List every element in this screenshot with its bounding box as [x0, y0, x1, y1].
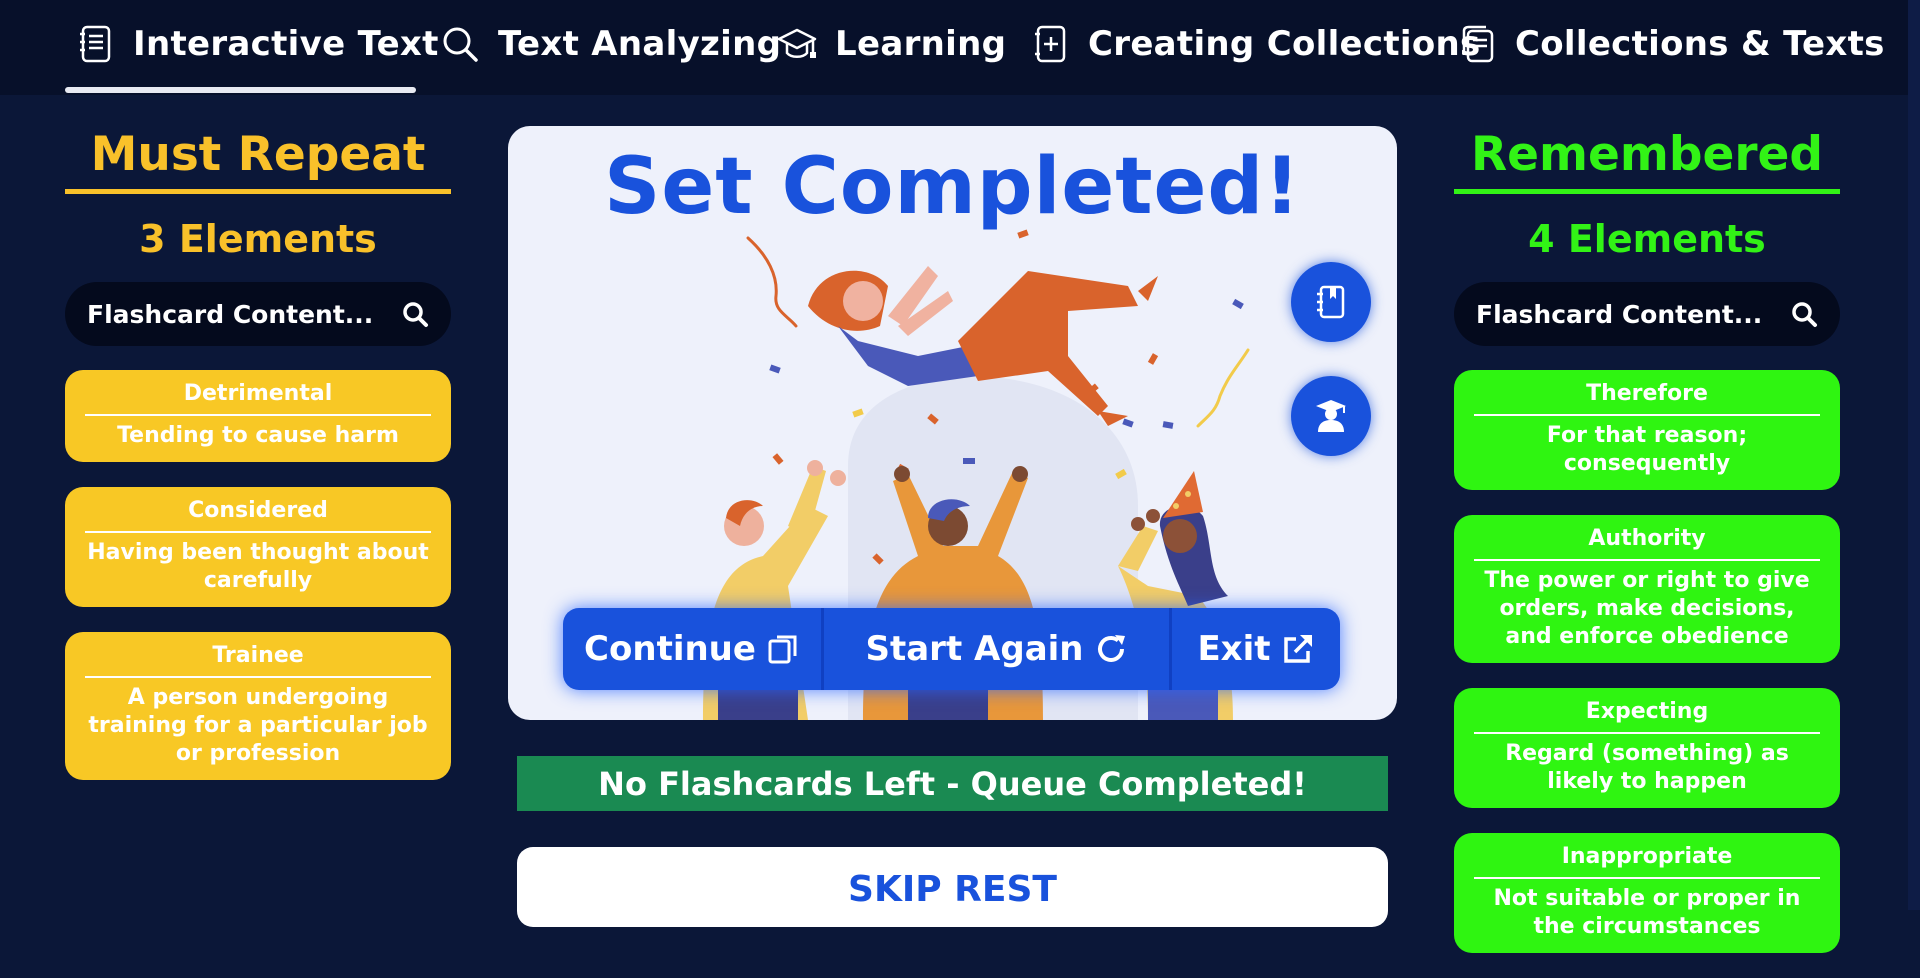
notebook-icon — [1317, 285, 1345, 319]
skip-rest-button[interactable]: SKIP REST — [517, 847, 1388, 927]
nav-label: Collections & Texts — [1515, 24, 1885, 64]
remembered-search[interactable]: Flashcard Content... — [1454, 282, 1840, 346]
flashcard-definition: A person undergoing training for a parti… — [88, 685, 428, 766]
nav-item-learning[interactable]: Learning — [777, 0, 1006, 88]
exit-label: Exit — [1197, 629, 1271, 669]
flashcard-definition: Tending to cause harm — [117, 423, 399, 448]
nav-label: Text Analyzing — [498, 24, 782, 64]
remembered-count: 4 Elements — [1528, 217, 1766, 261]
scrollbar[interactable] — [1908, 0, 1920, 910]
search-icon[interactable] — [1790, 300, 1818, 328]
completion-panel: Set Completed! Continue Start Again Exit — [508, 126, 1397, 720]
completion-actions: Continue Start Again Exit — [563, 608, 1340, 690]
continue-button[interactable]: Continue — [563, 608, 821, 690]
student-button[interactable] — [1291, 376, 1371, 456]
flashcard-word: Detrimental — [85, 380, 431, 416]
flashcard[interactable]: Authority The power or right to give ord… — [1454, 515, 1840, 663]
flashcard-word: Inappropriate — [1474, 843, 1820, 879]
must-repeat-search[interactable]: Flashcard Content... — [65, 282, 451, 346]
must-repeat-cards: Detrimental Tending to cause harm Consid… — [65, 370, 451, 780]
document-icon — [80, 25, 111, 63]
nav-label: Learning — [835, 24, 1007, 64]
flashcard-word: Trainee — [85, 642, 431, 678]
nav-label: Interactive Text — [133, 24, 439, 64]
copy-icon — [768, 635, 797, 664]
set-completed-title: Set Completed! — [604, 142, 1301, 232]
nav-item-creating-collections[interactable]: Creating Collections — [1030, 0, 1481, 88]
search-icon[interactable] — [401, 300, 429, 328]
nav-item-text-analyzing[interactable]: Text Analyzing — [440, 0, 781, 88]
flashcard-definition: The power or right to give orders, make … — [1484, 568, 1810, 649]
flashcard[interactable]: Trainee A person undergoing training for… — [65, 632, 451, 780]
flashcard-word: Expecting — [1474, 698, 1820, 734]
flashcard[interactable]: Inappropriate Not suitable or proper in … — [1454, 833, 1840, 953]
active-tab-indicator — [65, 87, 416, 93]
must-repeat-column: Must Repeat 3 Elements Flashcard Content… — [65, 120, 451, 805]
search-icon — [443, 27, 478, 62]
notebook-button[interactable] — [1291, 262, 1371, 342]
remembered-cards: Therefore For that reason; consequently … — [1454, 370, 1840, 953]
nav-label: Creating Collections — [1088, 24, 1481, 64]
start-again-label: Start Again — [865, 629, 1084, 669]
nav-item-collections-texts[interactable]: Collections & Texts — [1457, 0, 1885, 88]
external-link-icon — [1283, 635, 1312, 663]
nav-item-interactive-text[interactable]: Interactive Text — [75, 0, 439, 88]
search-input[interactable]: Flashcard Content... — [87, 300, 373, 329]
flashcard-word: Authority — [1474, 525, 1820, 561]
must-repeat-title: Must Repeat — [65, 120, 451, 194]
flashcard[interactable]: Therefore For that reason; consequently — [1454, 370, 1840, 490]
flashcard[interactable]: Considered Having been thought about car… — [65, 487, 451, 607]
flashcard-definition: Regard (something) as likely to happen — [1505, 741, 1789, 794]
continue-label: Continue — [584, 629, 756, 669]
add-document-icon — [1035, 25, 1066, 63]
flashcard-word: Considered — [85, 497, 431, 533]
flashcard-definition: Having been thought about carefully — [87, 540, 429, 593]
student-icon — [1316, 400, 1346, 432]
remembered-column: Remembered 4 Elements Flashcard Content.… — [1454, 120, 1840, 978]
documents-icon — [1462, 25, 1494, 63]
graduation-cap-icon — [777, 28, 817, 58]
flashcard-definition: Not suitable or proper in the circumstan… — [1493, 886, 1801, 939]
search-input[interactable]: Flashcard Content... — [1476, 300, 1762, 329]
flashcard[interactable]: Expecting Regard (something) as likely t… — [1454, 688, 1840, 808]
remembered-title: Remembered — [1454, 120, 1840, 194]
flashcard[interactable]: Detrimental Tending to cause harm — [65, 370, 451, 462]
refresh-icon — [1097, 635, 1125, 662]
must-repeat-count: 3 Elements — [139, 217, 377, 261]
queue-status: No Flashcards Left - Queue Completed! — [517, 756, 1388, 811]
exit-button[interactable]: Exit — [1172, 608, 1340, 690]
top-navigation: Interactive Text Text Analyzing Learning… — [0, 0, 1908, 95]
flashcard-definition: For that reason; consequently — [1546, 423, 1748, 476]
start-again-button[interactable]: Start Again — [824, 608, 1169, 690]
flashcard-word: Therefore — [1474, 380, 1820, 416]
